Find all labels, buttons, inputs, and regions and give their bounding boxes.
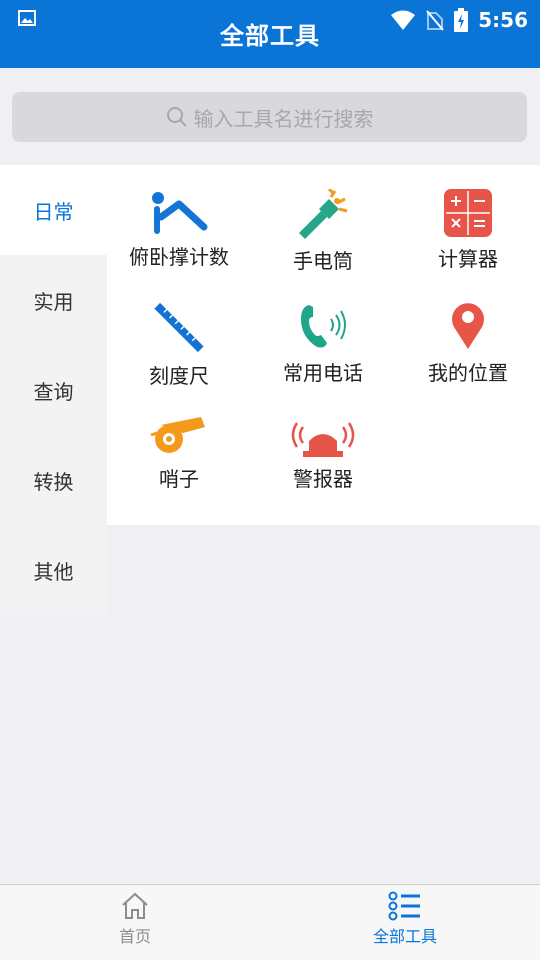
app-bar: 5:56 全部工具 xyxy=(0,0,540,68)
search-bar[interactable]: 输入工具名进行搜索 xyxy=(12,92,527,142)
tool-location[interactable]: 我的位置 xyxy=(396,277,540,389)
tool-calculator[interactable]: 计算器 xyxy=(396,165,540,277)
home-icon xyxy=(122,892,148,919)
pushup-icon xyxy=(152,192,208,234)
sidebar-item-daily[interactable]: 日常 xyxy=(0,165,107,255)
tool-label: 刻度尺 xyxy=(149,364,209,388)
tool-alarm[interactable]: 警报器 xyxy=(251,389,395,501)
sidebar-item-convert[interactable]: 转换 xyxy=(0,435,107,525)
tool-label: 常用电话 xyxy=(283,361,363,385)
tool-label: 手电筒 xyxy=(293,249,353,273)
tool-whistle[interactable]: 哨子 xyxy=(107,389,251,501)
tool-ruler[interactable]: 刻度尺 xyxy=(107,277,251,389)
tool-phone[interactable]: 常用电话 xyxy=(251,277,395,389)
tool-label: 俯卧撑计数 xyxy=(129,245,229,269)
alarm-icon xyxy=(291,422,355,457)
sidebar-item-query[interactable]: 查询 xyxy=(0,345,107,435)
tool-label: 计算器 xyxy=(438,247,498,271)
nav-all-tools-label: 全部工具 xyxy=(372,927,437,946)
tool-label: 我的位置 xyxy=(428,361,508,385)
nav-all-tools[interactable]: 全部工具 xyxy=(270,891,540,947)
bottom-nav: 首页 全部工具 xyxy=(0,884,540,960)
tool-pushup[interactable]: 俯卧撑计数 xyxy=(107,165,251,277)
tool-flashlight[interactable]: 手电筒 xyxy=(251,165,395,277)
sidebar-item-practical[interactable]: 实用 xyxy=(0,255,107,345)
category-sidebar: 日常 实用 查询 转换 其他 xyxy=(0,165,107,615)
list-icon xyxy=(388,891,420,921)
nav-home-label: 首页 xyxy=(118,927,151,946)
nav-home[interactable]: 首页 xyxy=(0,891,270,947)
flashlight-icon xyxy=(299,189,348,239)
location-pin-icon xyxy=(452,303,484,349)
sidebar-item-other[interactable]: 其他 xyxy=(0,525,107,615)
calculator-icon xyxy=(444,189,492,237)
whistle-icon xyxy=(150,417,205,453)
search-icon xyxy=(166,107,187,127)
page-title: 全部工具 xyxy=(220,22,320,50)
tools-grid: 俯卧撑计数 手电筒 计算器 刻度尺 常用电话 我的位置 哨子 警报器 xyxy=(107,165,540,525)
ruler-icon xyxy=(154,302,204,353)
tool-label: 哨子 xyxy=(159,467,199,491)
phone-icon xyxy=(301,305,346,348)
search-placeholder: 输入工具名进行搜索 xyxy=(193,106,374,131)
tool-label: 警报器 xyxy=(293,467,353,491)
